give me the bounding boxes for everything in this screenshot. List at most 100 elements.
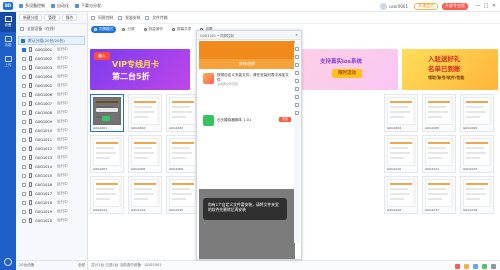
upgrade-button[interactable]: 升级专业版 (442, 2, 468, 10)
device-group[interactable]: 默认分组(20台/20台) (18, 36, 85, 45)
manage-button[interactable]: 管理 (44, 14, 60, 21)
device-row[interactable]: G0G1001 运行中 (16, 45, 87, 54)
device-checkbox[interactable] (22, 164, 26, 169)
device-screen-card[interactable]: G0G1007 (90, 135, 124, 173)
select-all-checkbox[interactable] (20, 27, 24, 31)
keyboard-icon[interactable] (295, 103, 299, 107)
device-screen-card[interactable]: G0G1010 (384, 135, 418, 173)
device-row[interactable]: G0G1012 运行中 (16, 144, 87, 153)
device-row[interactable]: G0G1010 运行中 (16, 126, 87, 135)
device-row[interactable]: G0G1007 运行中 (16, 99, 87, 108)
device-screen-card[interactable]: G0G1017 (422, 176, 456, 214)
more-icon[interactable] (491, 263, 496, 269)
confirm-button[interactable] (102, 116, 110, 121)
device-screen-card[interactable]: G0G1002 (128, 94, 162, 132)
device-row[interactable]: G0G1020 运行中 (16, 216, 87, 225)
device-row[interactable]: G0G1006 运行中 (16, 90, 87, 99)
device-row[interactable]: G0G1005 运行中 (16, 81, 87, 90)
install-checkbox[interactable] (118, 15, 123, 20)
device-row[interactable]: G0G1017 运行中 (16, 189, 87, 198)
device-checkbox[interactable] (22, 74, 26, 79)
group-checkbox[interactable] (21, 38, 25, 43)
more-icon[interactable] (295, 111, 299, 115)
device-screen-card[interactable]: G0G1005 (422, 94, 456, 132)
device-checkbox[interactable] (22, 209, 26, 214)
toolbar-file-transfer[interactable]: 文件传输 (145, 15, 168, 21)
new-group-button[interactable]: 新建分组 (19, 14, 43, 21)
device-screen-card[interactable]: G0G1003 (166, 94, 200, 132)
device-screen-card[interactable]: G0G1008 (128, 135, 162, 173)
device-row[interactable]: G0G1015 运行中 (16, 171, 87, 180)
device-screen-card[interactable]: G0G1012 (460, 135, 494, 173)
device-row[interactable]: G0G1003 运行中 (16, 63, 87, 72)
record-icon[interactable] (455, 263, 460, 269)
avatar[interactable] (380, 2, 388, 10)
device-checkbox[interactable] (22, 92, 26, 97)
device-row[interactable]: G0G1016 运行中 (16, 180, 87, 189)
install-button[interactable]: 安装 (279, 117, 291, 122)
device-checkbox[interactable] (22, 83, 26, 88)
minimize-icon[interactable]: — (474, 2, 482, 10)
device-row[interactable]: G0G1019 运行中 (16, 207, 87, 216)
device-row[interactable]: G0G1002 运行中 (16, 54, 87, 63)
device-row[interactable]: G0G1011 运行中 (16, 135, 87, 144)
device-row[interactable]: G0G1004 运行中 (16, 72, 87, 81)
device-screen-card[interactable]: G0G1004 (384, 94, 418, 132)
screenshot-icon[interactable] (464, 263, 469, 269)
volume-up-icon[interactable] (295, 71, 299, 75)
banner-gift[interactable]: 入驻送好礼 名单已到账 领取/账号/软件/性能 (402, 49, 498, 90)
home-icon[interactable] (295, 47, 299, 51)
toolbar-sync-control[interactable]: 同屏控制 (91, 15, 113, 21)
nav-functions[interactable]: 功能 (0, 32, 16, 52)
device-checkbox[interactable] (22, 65, 26, 70)
vip-button[interactable]: 开通会员 (414, 2, 438, 10)
device-checkbox[interactable] (22, 200, 26, 205)
device-screen-card[interactable]: G0G1014 (128, 176, 162, 214)
device-screen-card[interactable]: G0G1018 (460, 176, 494, 214)
device-checkbox[interactable] (22, 182, 26, 187)
device-checkbox[interactable] (22, 137, 26, 142)
sync-checkbox[interactable] (91, 15, 95, 20)
toolbar-batch-install[interactable]: 批量安装 (118, 15, 140, 21)
device-checkbox[interactable] (22, 47, 26, 52)
install-option-1[interactable]: 按带自定义安装文件，请在安装列表中添加文件 请选择文件安装 (203, 73, 291, 86)
username[interactable]: user0001 (389, 4, 408, 9)
volume-down-icon[interactable] (295, 79, 299, 83)
keyboard-icon[interactable] (473, 263, 478, 269)
screenshot-icon[interactable] (295, 95, 299, 99)
device-checkbox[interactable] (22, 146, 26, 151)
device-screen-card[interactable]: G0G1015 (166, 176, 200, 214)
tab-batch[interactable]: 批量操作 (141, 26, 166, 33)
nav-devices[interactable]: 设备 (0, 12, 16, 32)
device-checkbox[interactable] (22, 128, 26, 133)
maximize-icon[interactable]: □ (482, 2, 490, 10)
tab-split[interactable]: 分屏 (119, 26, 137, 33)
device-checkbox[interactable] (22, 56, 26, 61)
device-screen-card[interactable]: G0G1001 (90, 94, 124, 132)
device-screen-card[interactable]: G0G1013 (90, 176, 124, 214)
settings-icon[interactable] (4, 258, 12, 266)
device-row[interactable]: G0G1014 运行中 (16, 162, 87, 171)
menu-icon[interactable] (295, 63, 299, 67)
device-row[interactable]: G0G1009 运行中 (16, 117, 87, 126)
device-checkbox[interactable] (22, 173, 26, 178)
device-row[interactable]: G0G1013 运行中 (16, 153, 87, 162)
menu-download[interactable]: 下载与分发 (75, 3, 101, 9)
device-screen-card[interactable]: G0G1011 (422, 135, 456, 173)
menu-automation[interactable]: 自动化 (51, 3, 69, 9)
banner-vip[interactable]: 新人 VIP专线月卡 第二台5折 (90, 49, 190, 90)
device-screen-card[interactable]: G0G1009 (166, 135, 200, 173)
phone-screen[interactable]: 安装选择 按带自定义安装文件，请在安装列表中添加文件 请选择文件安装 石头模拟器… (199, 41, 295, 259)
menu-multi-device[interactable]: 多设备控制 (19, 3, 45, 9)
device-checkbox[interactable] (22, 101, 26, 106)
banner-ios[interactable]: 支持真实ios系统 限时活动 (302, 49, 398, 90)
volume-icon[interactable] (482, 263, 487, 269)
device-row[interactable]: G0G1008 运行中 (16, 108, 87, 117)
device-checkbox[interactable] (22, 119, 26, 124)
device-screen-card[interactable]: G0G1016 (384, 176, 418, 214)
tab-sync-mode[interactable]: 同屏模式 (91, 26, 117, 33)
device-checkbox[interactable] (22, 155, 26, 160)
rotate-icon[interactable] (295, 87, 299, 91)
install-option-2[interactable]: 石头模拟器脚本 1.01 (203, 115, 291, 126)
device-row[interactable]: G0G1018 运行中 (16, 198, 87, 207)
